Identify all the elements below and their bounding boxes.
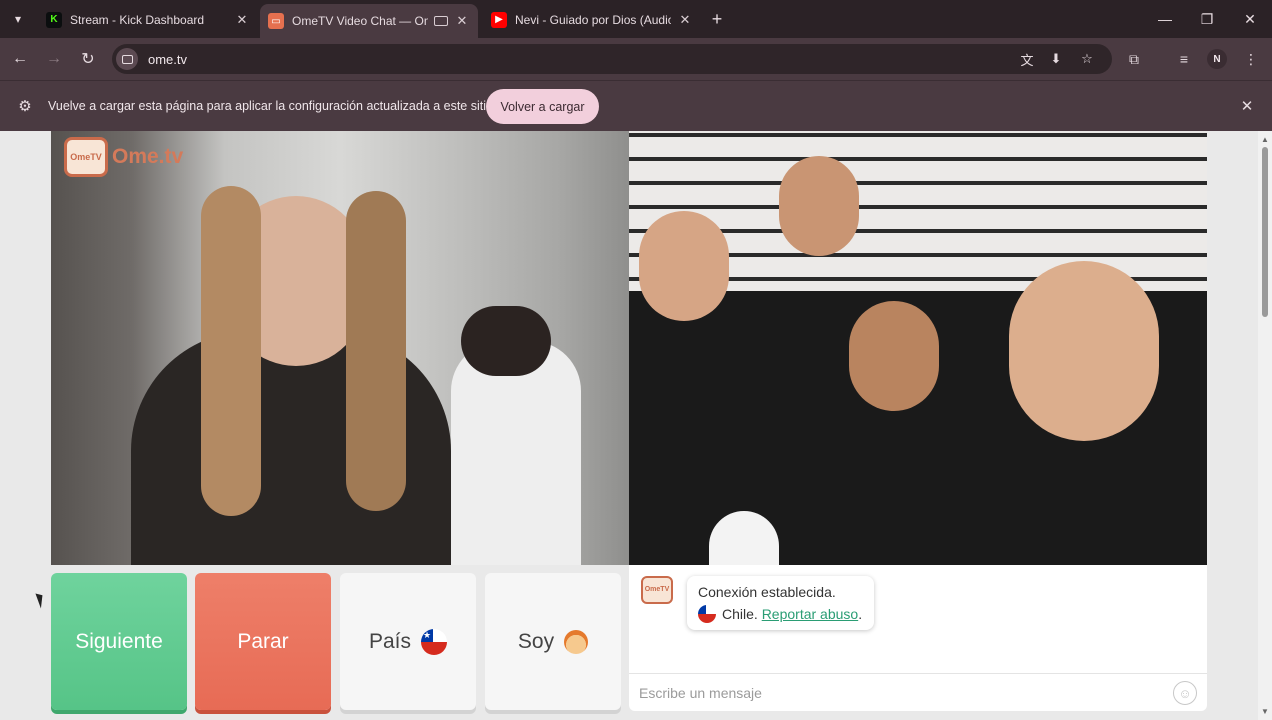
menu-kebab-icon[interactable]: ⋮ bbox=[1240, 48, 1262, 70]
window-close-icon[interactable]: ✕ bbox=[1235, 8, 1265, 30]
tab-strip: ▾ K Stream - Kick Dashboard ✕ ▭ OmeTV Vi… bbox=[0, 0, 1272, 38]
remote-video bbox=[629, 131, 1207, 565]
profile-avatar[interactable]: N bbox=[1207, 49, 1227, 69]
boy-emoji-icon bbox=[564, 629, 589, 654]
chile-flag-icon: ★ bbox=[421, 628, 448, 655]
forward-icon[interactable]: → bbox=[43, 48, 65, 70]
youtube-icon: ▶ bbox=[491, 11, 507, 28]
country-label: País bbox=[368, 629, 412, 653]
new-tab-icon[interactable]: + bbox=[707, 9, 727, 29]
logo-text: Ome.tv bbox=[112, 145, 184, 168]
scroll-thumb[interactable] bbox=[1262, 147, 1268, 317]
local-video: Ome TV Ome.tv bbox=[51, 131, 629, 565]
face-4 bbox=[1009, 261, 1159, 441]
reload-infobar: ⚙ Vuelve a cargar esta página para aplic… bbox=[0, 80, 1272, 131]
extensions-icon[interactable]: ⧉ bbox=[1123, 48, 1145, 70]
page-scrollbar[interactable]: ▲ ▼ bbox=[1258, 131, 1272, 720]
face-1 bbox=[639, 211, 729, 321]
ometv-logo: Ome TV Ome.tv bbox=[64, 137, 183, 177]
ometv-page: Ome TV Ome.tv Siguiente Parar País ★ Soy… bbox=[0, 131, 1258, 720]
tab-close-icon[interactable]: ✕ bbox=[234, 12, 250, 28]
minimize-icon[interactable]: — bbox=[1150, 8, 1180, 30]
tab-close-icon[interactable]: ✕ bbox=[677, 12, 693, 28]
mouse-cursor-icon bbox=[35, 591, 47, 609]
kick-icon: K bbox=[46, 11, 62, 28]
stop-button[interactable]: Parar bbox=[195, 573, 331, 710]
infobar-message: Vuelve a cargar esta página para aplicar… bbox=[48, 99, 493, 113]
partner-country: Chile. bbox=[722, 606, 758, 622]
tab-kick-dashboard[interactable]: K Stream - Kick Dashboard ✕ bbox=[38, 6, 258, 33]
reload-icon[interactable]: ↻ bbox=[77, 48, 99, 70]
scroll-up-icon[interactable]: ▲ bbox=[1261, 135, 1269, 144]
tab-youtube-nevi[interactable]: ▶ Nevi - Guiado por Dios (Audio ✕ bbox=[483, 6, 701, 33]
reload-page-button[interactable]: Volver a cargar bbox=[486, 89, 599, 124]
country-filter-button[interactable]: País ★ bbox=[340, 573, 476, 710]
hair-left bbox=[201, 186, 261, 516]
translate-icon[interactable]: 文 bbox=[1016, 48, 1038, 70]
report-suffix: . bbox=[858, 606, 863, 622]
address-bar[interactable]: ome.tv 文 ⬇ ☆ bbox=[112, 44, 1112, 74]
media-controls-icon[interactable]: ≡ bbox=[1173, 48, 1195, 70]
logo-badge-top: Ome bbox=[70, 151, 91, 162]
connection-status: Conexión establecida. bbox=[698, 584, 836, 600]
chat-panel: Ome TV Conexión establecida. Chile. Repo… bbox=[629, 565, 1207, 711]
gender-label: Soy bbox=[517, 629, 555, 653]
bookmark-star-icon[interactable]: ☆ bbox=[1076, 48, 1098, 70]
tab-title: OmeTV Video Chat — Ome bbox=[292, 14, 428, 28]
restore-icon[interactable]: ❐ bbox=[1192, 8, 1222, 30]
url-text: ome.tv bbox=[148, 51, 188, 67]
background-person-hair bbox=[461, 306, 551, 376]
browser-toolbar: ← → ↻ ome.tv 文 ⬇ ☆ ⧉ ≡ N ⋮ bbox=[0, 38, 1272, 80]
site-camera-icon[interactable] bbox=[116, 48, 138, 70]
tab-title: Stream - Kick Dashboard bbox=[70, 12, 205, 27]
tab-search-icon[interactable]: ▾ bbox=[6, 8, 30, 30]
tab-ometv[interactable]: ▭ OmeTV Video Chat — Ome ✕ bbox=[260, 4, 478, 38]
tab-close-icon[interactable]: ✕ bbox=[454, 13, 470, 29]
infobar-close-icon[interactable]: ✕ bbox=[1238, 97, 1256, 115]
next-button[interactable]: Siguiente bbox=[51, 573, 187, 710]
chile-flag-icon bbox=[698, 605, 716, 623]
tab-media-icon bbox=[434, 16, 448, 26]
ometv-icon: ▭ bbox=[268, 13, 284, 29]
face-3 bbox=[849, 301, 939, 411]
gender-button[interactable]: Soy bbox=[485, 573, 621, 710]
logo-badge-bottom: TV bbox=[90, 151, 102, 162]
emoji-picker-icon[interactable]: ☺ bbox=[1173, 681, 1197, 705]
tab-title: Nevi - Guiado por Dios (Audio bbox=[515, 12, 671, 27]
ometv-chat-icon: Ome TV bbox=[641, 576, 673, 604]
back-icon[interactable]: ← bbox=[9, 48, 31, 70]
settings-gear-icon: ⚙ bbox=[18, 98, 32, 115]
system-message: Conexión establecida. Chile. Reportar ab… bbox=[687, 576, 874, 630]
chat-logo-bottom: TV bbox=[660, 586, 670, 593]
scroll-down-icon[interactable]: ▼ bbox=[1261, 707, 1269, 716]
ometv-badge-icon: Ome TV bbox=[64, 137, 108, 177]
install-app-icon[interactable]: ⬇ bbox=[1045, 48, 1067, 70]
hair-right bbox=[346, 191, 406, 511]
chat-logo-top: Ome bbox=[644, 586, 661, 593]
report-abuse-link[interactable]: Reportar abuso bbox=[762, 606, 859, 622]
face-2 bbox=[779, 156, 859, 256]
message-input[interactable] bbox=[639, 682, 1159, 704]
message-composer: ☺ bbox=[629, 673, 1207, 711]
